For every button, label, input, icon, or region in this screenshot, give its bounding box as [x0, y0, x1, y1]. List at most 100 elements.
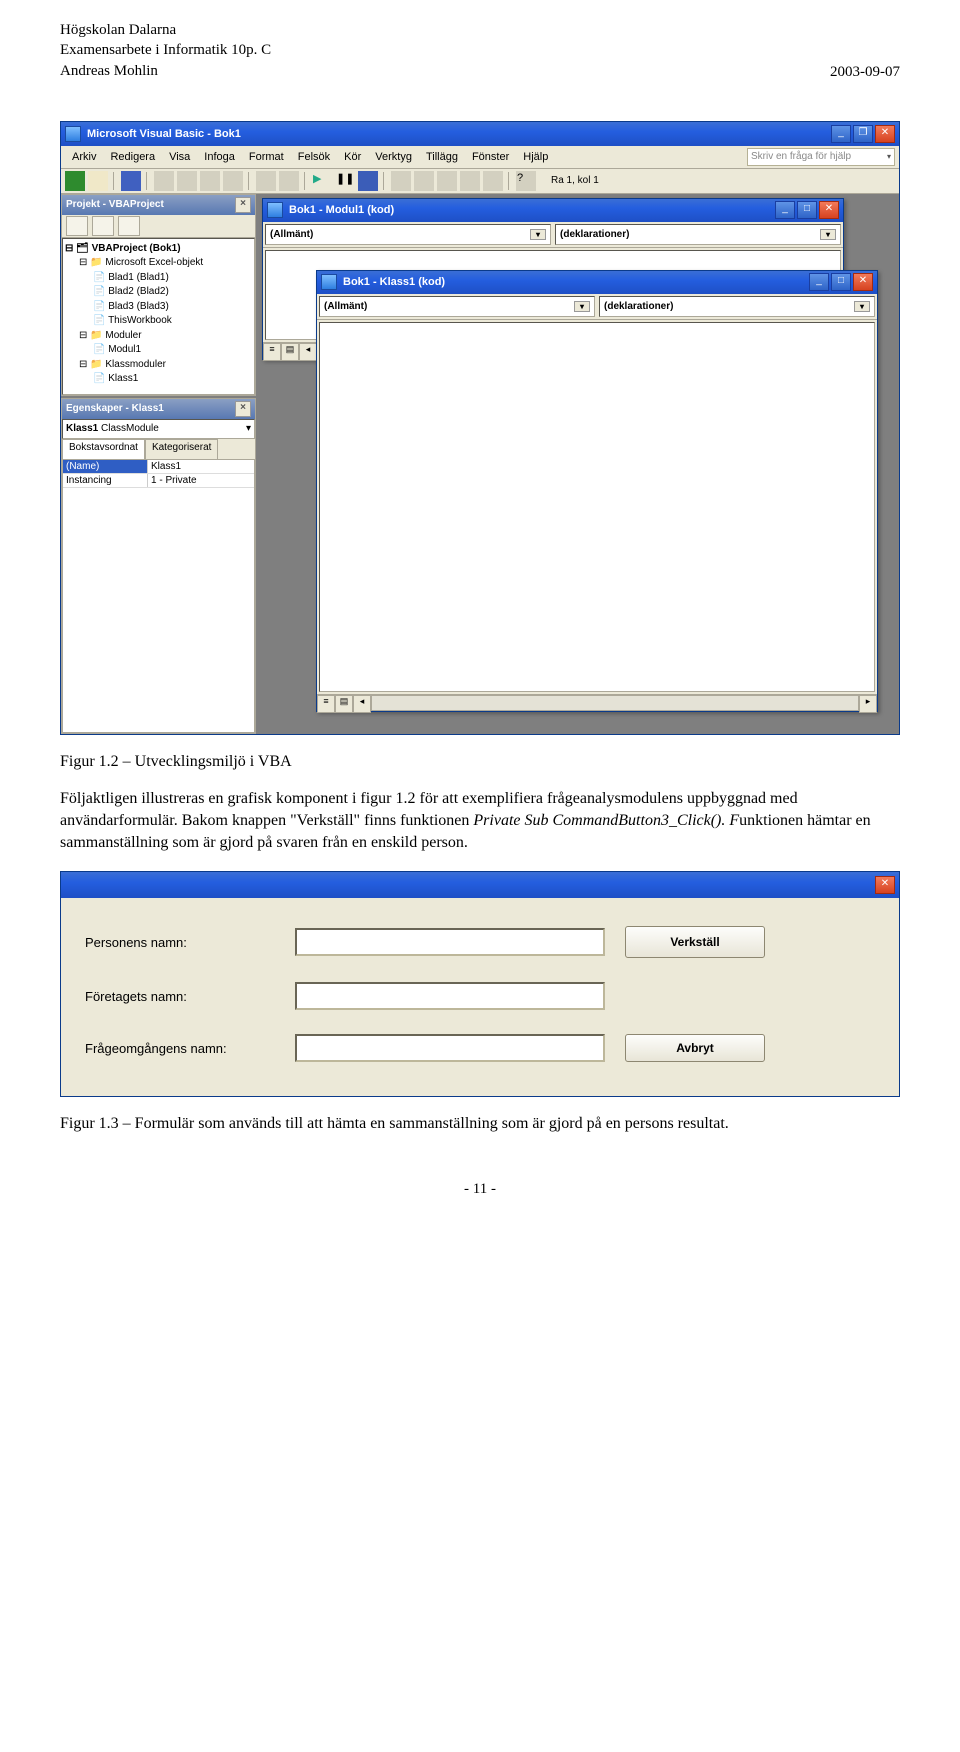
tab-bokstavsordnat[interactable]: Bokstavsordnat	[62, 439, 145, 459]
tb-toolbox-icon[interactable]	[483, 171, 503, 191]
procedure-view-icon[interactable]: ▤	[281, 343, 299, 361]
tb-project-icon[interactable]	[414, 171, 434, 191]
scroll-right-icon[interactable]: ▸	[859, 695, 877, 713]
menu-felsok[interactable]: Felsök	[291, 150, 337, 164]
tree-group-moduler[interactable]: ⊟ 📁 Moduler	[65, 329, 252, 344]
scroll-left-icon[interactable]: ◂	[353, 695, 371, 713]
tb-redo-icon[interactable]	[279, 171, 299, 191]
tree-modul1[interactable]: 📄 Modul1	[65, 343, 252, 358]
property-value[interactable]: Klass1	[148, 460, 254, 473]
button-verkstall[interactable]: Verkställ	[625, 926, 765, 958]
project-pane-title[interactable]: Projekt - VBAProject ×	[62, 195, 255, 215]
tb-object-icon[interactable]	[460, 171, 480, 191]
close-button[interactable]: ✕	[875, 876, 895, 894]
tb-help-icon[interactable]: ?	[516, 171, 536, 191]
maximize-button[interactable]: □	[797, 201, 817, 219]
menu-redigera[interactable]: Redigera	[103, 150, 162, 164]
mdi-area: Bok1 - Modul1 (kod) _ □ ✕ (Allmänt)▾ (de…	[256, 194, 899, 734]
help-search-input[interactable]: Skriv en fråga för hjälp ▾	[747, 148, 895, 166]
tree-root[interactable]: ⊟ 🗂 VBAProject (Bok1)	[65, 242, 252, 257]
full-module-view-icon[interactable]: ≡	[317, 695, 335, 713]
tree-group-excel[interactable]: ⊟ 📁 Microsoft Excel-objekt	[65, 256, 252, 271]
tb-design-icon[interactable]	[391, 171, 411, 191]
code-editor[interactable]	[319, 322, 875, 692]
project-tree[interactable]: ⊟ 🗂 VBAProject (Bok1) ⊟ 📁 Microsoft Exce…	[62, 238, 255, 395]
tb-run-icon[interactable]: ▶	[312, 171, 332, 191]
menu-hjalp[interactable]: Hjälp	[516, 150, 555, 164]
klass1-titlebar[interactable]: Bok1 - Klass1 (kod) _ □ ✕	[317, 271, 877, 294]
close-button[interactable]: ✕	[819, 201, 839, 219]
object-dropdown[interactable]: (Allmänt)▾	[319, 296, 595, 317]
property-row[interactable]: Instancing 1 - Private	[63, 474, 254, 488]
tree-thisworkbook[interactable]: 📄 ThisWorkbook	[65, 314, 252, 329]
code-window-klass1[interactable]: Bok1 - Klass1 (kod) _ □ ✕ (Allmänt)▾ (de…	[316, 270, 878, 712]
tb-copy-icon[interactable]	[177, 171, 197, 191]
view-object-icon[interactable]	[92, 216, 114, 236]
minimize-button[interactable]: _	[809, 273, 829, 291]
menu-arkiv[interactable]: Arkiv	[65, 150, 103, 164]
restore-button[interactable]: ❐	[853, 125, 873, 143]
object-dd-text: (Allmänt)	[324, 301, 367, 312]
properties-pane-close-icon[interactable]: ×	[235, 401, 251, 417]
toolbar-separator	[383, 172, 386, 190]
tab-kategoriserat[interactable]: Kategoriserat	[145, 439, 218, 459]
tree-klass1-label: Klass1	[108, 373, 138, 384]
hscroll-track[interactable]	[371, 695, 859, 711]
menu-infoga[interactable]: Infoga	[197, 150, 242, 164]
menu-kor[interactable]: Kör	[337, 150, 368, 164]
toggle-folders-icon[interactable]	[118, 216, 140, 236]
procedure-dropdown[interactable]: (deklarationer)▾	[599, 296, 875, 317]
class-icon	[321, 274, 337, 290]
tb-stop-icon[interactable]	[358, 171, 378, 191]
tree-group-klassmoduler[interactable]: ⊟ 📁 Klassmoduler	[65, 358, 252, 373]
menu-format[interactable]: Format	[242, 150, 291, 164]
button-avbryt[interactable]: Avbryt	[625, 1034, 765, 1062]
properties-pane-title[interactable]: Egenskaper - Klass1 ×	[62, 399, 255, 419]
tb-excel-icon[interactable]	[65, 171, 85, 191]
maximize-button[interactable]: □	[831, 273, 851, 291]
tb-paste-icon[interactable]	[200, 171, 220, 191]
tree-blad3[interactable]: 📄 Blad3 (Blad3)	[65, 300, 252, 315]
tb-cut-icon[interactable]	[154, 171, 174, 191]
input-company-name[interactable]	[295, 982, 605, 1010]
tree-klass1[interactable]: 📄 Klass1	[65, 372, 252, 387]
chevron-down-icon: ▾	[820, 229, 836, 240]
property-value[interactable]: 1 - Private	[148, 474, 254, 487]
tb-undo-icon[interactable]	[256, 171, 276, 191]
tb-find-icon[interactable]	[223, 171, 243, 191]
close-button[interactable]: ✕	[875, 125, 895, 143]
userform-titlebar[interactable]: ✕	[61, 872, 899, 898]
input-person-name[interactable]	[295, 928, 605, 956]
close-button[interactable]: ✕	[853, 273, 873, 291]
procedure-view-icon[interactable]: ▤	[335, 695, 353, 713]
full-module-view-icon[interactable]: ≡	[263, 343, 281, 361]
scroll-left-icon[interactable]: ◂	[299, 343, 317, 361]
chevron-down-icon: ▾	[530, 229, 546, 240]
project-pane-close-icon[interactable]: ×	[235, 197, 251, 213]
modul1-titlebar[interactable]: Bok1 - Modul1 (kod) _ □ ✕	[263, 199, 843, 222]
property-row[interactable]: (Name) Klass1	[63, 460, 254, 474]
minimize-button[interactable]: _	[775, 201, 795, 219]
vba-titlebar[interactable]: Microsoft Visual Basic - Bok1 _ ❐ ✕	[61, 122, 899, 146]
tb-insert-icon[interactable]	[88, 171, 108, 191]
tree-modul1-label: Modul1	[108, 344, 141, 355]
minimize-button[interactable]: _	[831, 125, 851, 143]
view-code-icon[interactable]	[66, 216, 88, 236]
menu-verktyg[interactable]: Verktyg	[368, 150, 419, 164]
tb-save-icon[interactable]	[121, 171, 141, 191]
toolbar-separator	[304, 172, 307, 190]
chevron-down-icon: ▾	[246, 423, 251, 434]
menu-tillagg[interactable]: Tillägg	[419, 150, 465, 164]
properties-grid[interactable]: (Name) Klass1 Instancing 1 - Private	[62, 459, 255, 733]
menu-visa[interactable]: Visa	[162, 150, 197, 164]
tb-pause-icon[interactable]: ❚❚	[335, 171, 355, 191]
object-dropdown[interactable]: (Allmänt)▾	[265, 224, 551, 245]
procedure-dropdown[interactable]: (deklarationer)▾	[555, 224, 841, 245]
properties-object-select[interactable]: Klass1 Klass1 ClassModuleClassModule ▾	[62, 419, 255, 439]
tree-blad2[interactable]: 📄 Blad2 (Blad2)	[65, 285, 252, 300]
menu-fonster[interactable]: Fönster	[465, 150, 516, 164]
tb-properties-icon[interactable]	[437, 171, 457, 191]
procedure-dd-text: (deklarationer)	[604, 301, 673, 312]
input-round-name[interactable]	[295, 1034, 605, 1062]
tree-blad1[interactable]: 📄 Blad1 (Blad1)	[65, 271, 252, 286]
